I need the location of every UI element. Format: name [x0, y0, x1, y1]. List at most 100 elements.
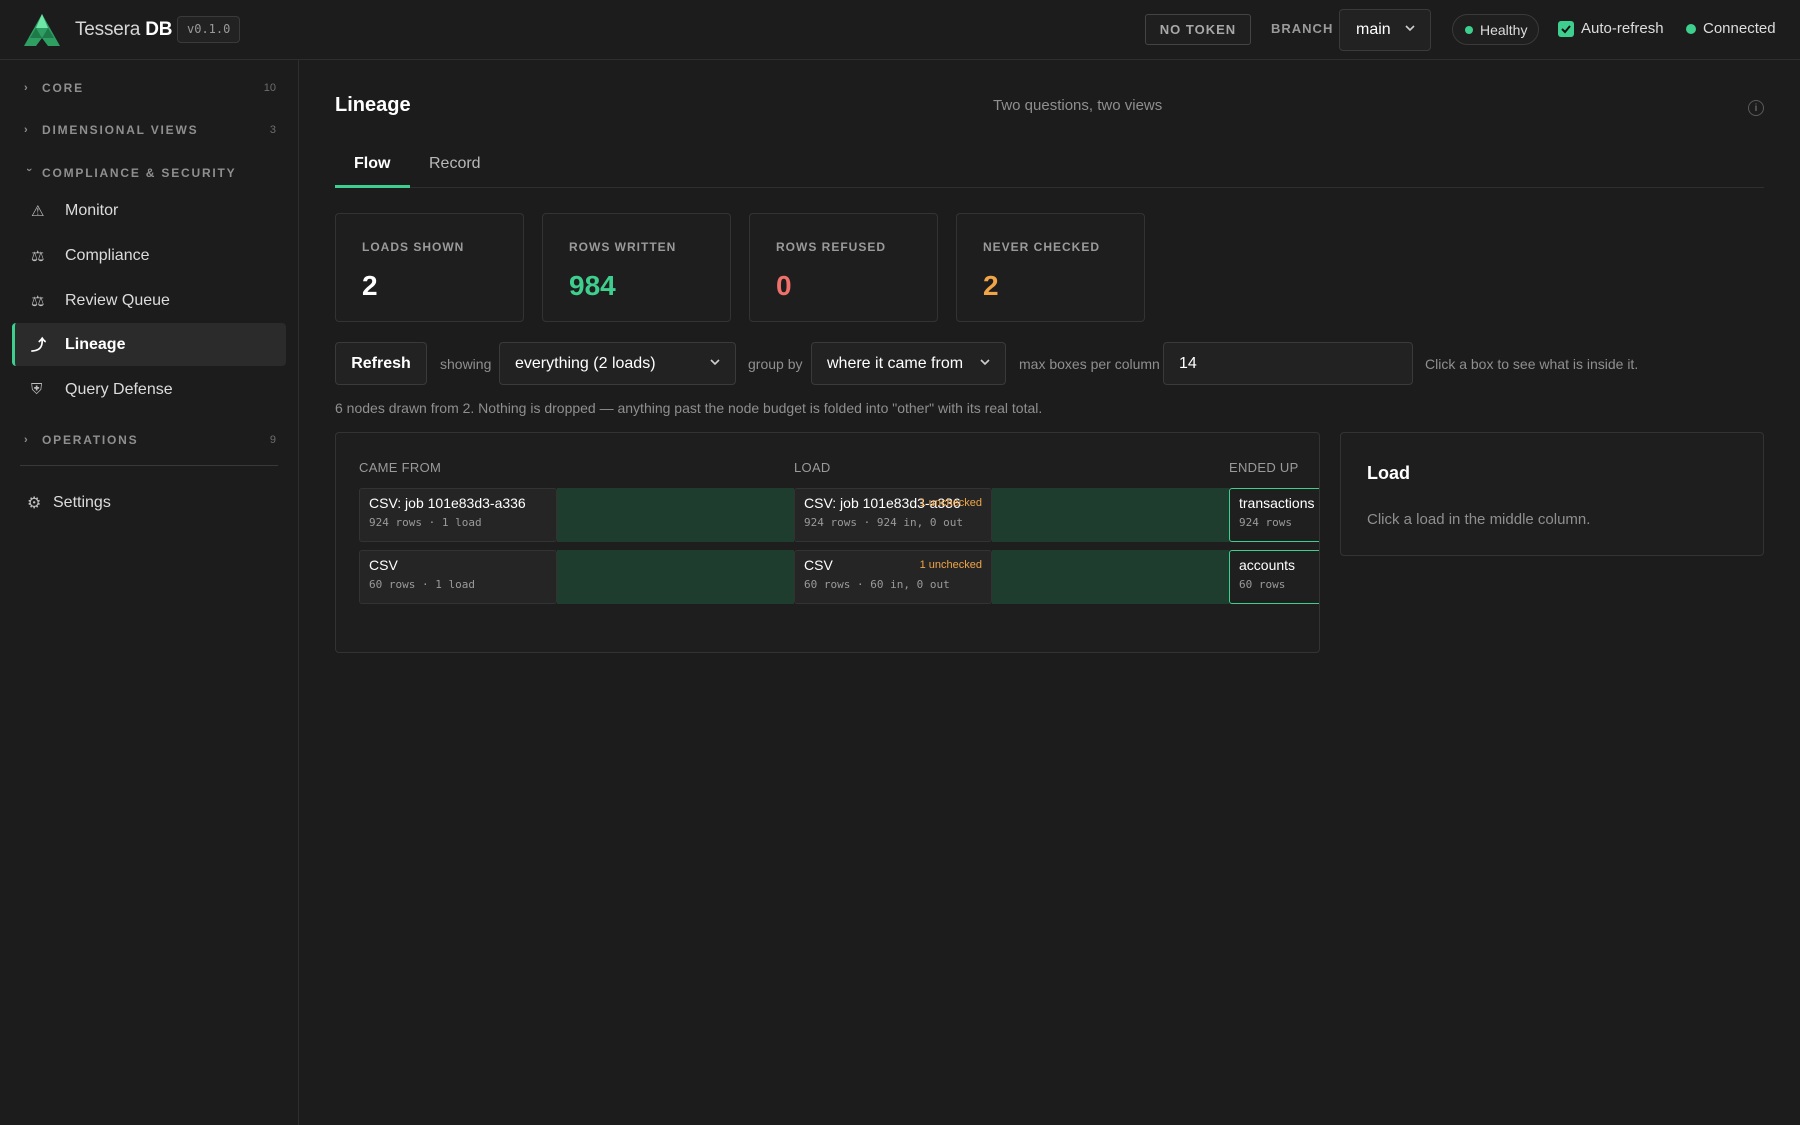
- sidebar-item-label: Lineage: [65, 335, 126, 353]
- token-button[interactable]: NO TOKEN: [1145, 14, 1251, 45]
- chevron-right-icon: ›: [24, 82, 30, 94]
- sidebar-item-label: Compliance: [65, 246, 150, 264]
- lineage-icon: ⤴: [31, 337, 47, 354]
- node-subtitle: 924 rows · 1 load: [369, 516, 482, 529]
- destination-node[interactable]: transactions 924 rows: [1229, 488, 1319, 542]
- sidebar-item-label: Monitor: [65, 201, 119, 219]
- chevron-right-icon: ›: [24, 434, 30, 446]
- sidebar-item-review-queue[interactable]: ⚖ Review Queue: [12, 279, 286, 322]
- brand-prefix: Tessera: [75, 19, 141, 40]
- group-by-label: group by: [748, 356, 803, 372]
- stat-value: 2: [362, 270, 378, 301]
- chevron-right-icon: ›: [24, 124, 30, 136]
- group-by-value: where it came from: [827, 354, 964, 372]
- node-subtitle: 924 rows · 924 in, 0 out: [804, 516, 963, 529]
- section-label: CORE: [42, 81, 84, 95]
- chevron-down-icon: [710, 359, 720, 366]
- node-budget-note: 6 nodes drawn from 2. Nothing is dropped…: [335, 400, 1043, 416]
- sidebar: › CORE 10 › DIMENSIONAL VIEWS 3 › COMPLI…: [0, 60, 299, 1125]
- node-title: transactions: [1239, 495, 1315, 511]
- info-icon[interactable]: i: [1748, 100, 1764, 116]
- brand-suffix: DB: [145, 19, 173, 40]
- source-node[interactable]: CSV 60 rows · 1 load: [359, 550, 557, 604]
- page-subtitle: Two questions, two views: [993, 97, 1163, 114]
- section-label: COMPLIANCE & SECURITY: [42, 166, 237, 180]
- sidebar-item-label: Query Defense: [65, 380, 173, 398]
- tab-record[interactable]: Record: [429, 155, 481, 173]
- stat-label: ROWS WRITTEN: [569, 240, 677, 254]
- section-count: 9: [269, 434, 276, 446]
- tab-bar: Flow Record: [335, 143, 1764, 188]
- sidebar-section-dimensional-views[interactable]: › DIMENSIONAL VIEWS 3: [24, 118, 276, 142]
- sidebar-section-compliance-security[interactable]: › COMPLIANCE & SECURITY: [23, 161, 276, 185]
- max-boxes-input[interactable]: 14: [1163, 342, 1413, 385]
- sidebar-divider: [20, 465, 278, 466]
- health-status[interactable]: Healthy: [1452, 14, 1539, 45]
- chevron-down-icon: [980, 359, 990, 366]
- click-hint: Click a box to see what is inside it.: [1425, 356, 1639, 372]
- sidebar-section-operations[interactable]: › OPERATIONS 9: [24, 428, 276, 452]
- section-count: 10: [263, 82, 276, 94]
- top-bar: Tessera DB v0.1.0 NO TOKEN BRANCH main H…: [0, 0, 1800, 60]
- branch-select[interactable]: main: [1339, 9, 1431, 51]
- source-node[interactable]: CSV: job 101e83d3-a336 924 rows · 1 load: [359, 488, 557, 542]
- load-node[interactable]: CSV: job 101e83d3-a336 1 unchecked 924 r…: [794, 488, 992, 542]
- checkbox-checked-icon[interactable]: [1558, 20, 1574, 37]
- lineage-flow-panel: CAME FROM LOAD ENDED UP CSV: job 101e83d…: [335, 432, 1320, 653]
- auto-refresh-label: Auto-refresh: [1581, 20, 1664, 37]
- chevron-down-icon: [1405, 25, 1415, 32]
- load-detail-panel: Load Click a load in the middle column.: [1340, 432, 1764, 556]
- stat-card-never-checked: NEVER CHECKED 2: [956, 213, 1145, 322]
- auto-refresh-toggle[interactable]: Auto-refresh: [1558, 20, 1664, 37]
- tessera-logo-icon: [24, 14, 60, 46]
- stat-label: ROWS REFUSED: [776, 240, 887, 254]
- sidebar-item-monitor[interactable]: ⚠ Monitor: [12, 189, 286, 232]
- node-title: accounts: [1239, 557, 1296, 573]
- node-subtitle: 60 rows: [1239, 578, 1286, 591]
- node-subtitle: 60 rows · 1 load: [369, 578, 475, 591]
- sidebar-item-compliance[interactable]: ⚖ Compliance: [12, 234, 286, 277]
- showing-select[interactable]: everything (2 loads): [499, 342, 736, 385]
- flow-band-load-to-destination: [992, 550, 1229, 604]
- shield-icon: ⛨: [31, 381, 43, 398]
- scales-icon: ⚖: [31, 247, 45, 265]
- node-subtitle: 60 rows · 60 in, 0 out: [804, 578, 950, 591]
- load-panel-hint: Click a load in the middle column.: [1367, 511, 1591, 528]
- stat-card-loads-shown: LOADS SHOWN 2: [335, 213, 524, 322]
- scales-icon: ⚖: [31, 292, 45, 310]
- gear-icon: ⚙: [27, 495, 42, 512]
- flow-band-source-to-load: [557, 488, 794, 542]
- stat-card-rows-refused: ROWS REFUSED 0: [749, 213, 938, 322]
- sidebar-item-lineage[interactable]: ⤴ Lineage: [12, 323, 286, 366]
- brand-name[interactable]: Tessera DB: [75, 19, 172, 41]
- section-count: 3: [269, 124, 276, 136]
- column-header-load: LOAD: [794, 460, 831, 475]
- column-header-ended-up: ENDED UP: [1229, 460, 1299, 475]
- section-label: OPERATIONS: [42, 433, 139, 447]
- sidebar-item-label: Review Queue: [65, 291, 170, 309]
- unchecked-badge: 1 unchecked: [919, 559, 982, 571]
- tab-flow[interactable]: Flow: [354, 155, 390, 173]
- connection-dot-icon: [1686, 23, 1696, 34]
- sidebar-item-settings[interactable]: ⚙ Settings: [27, 493, 111, 513]
- load-panel-title: Load: [1367, 463, 1410, 483]
- refresh-button[interactable]: Refresh: [335, 342, 427, 385]
- version-badge: v0.1.0: [177, 16, 241, 43]
- stat-value: 2: [983, 270, 999, 301]
- stat-value: 984: [569, 270, 616, 301]
- health-dot-icon: [1465, 25, 1473, 34]
- branch-value: main: [1356, 21, 1391, 38]
- connection-label: Connected: [1703, 20, 1776, 37]
- chevron-down-icon: ›: [23, 168, 35, 174]
- tab-active-indicator: [335, 185, 410, 188]
- stat-label: NEVER CHECKED: [983, 240, 1101, 254]
- group-by-select[interactable]: where it came from: [811, 342, 1006, 385]
- node-subtitle: 924 rows: [1239, 516, 1292, 529]
- page-title: Lineage: [335, 94, 411, 116]
- load-node[interactable]: CSV 1 unchecked 60 rows · 60 in, 0 out: [794, 550, 992, 604]
- max-boxes-label: max boxes per column: [1019, 356, 1160, 372]
- sidebar-item-query-defense[interactable]: ⛨ Query Defense: [12, 368, 286, 411]
- destination-node[interactable]: accounts 60 rows: [1229, 550, 1319, 604]
- sidebar-section-core[interactable]: › CORE 10: [24, 76, 276, 100]
- settings-label: Settings: [53, 494, 111, 511]
